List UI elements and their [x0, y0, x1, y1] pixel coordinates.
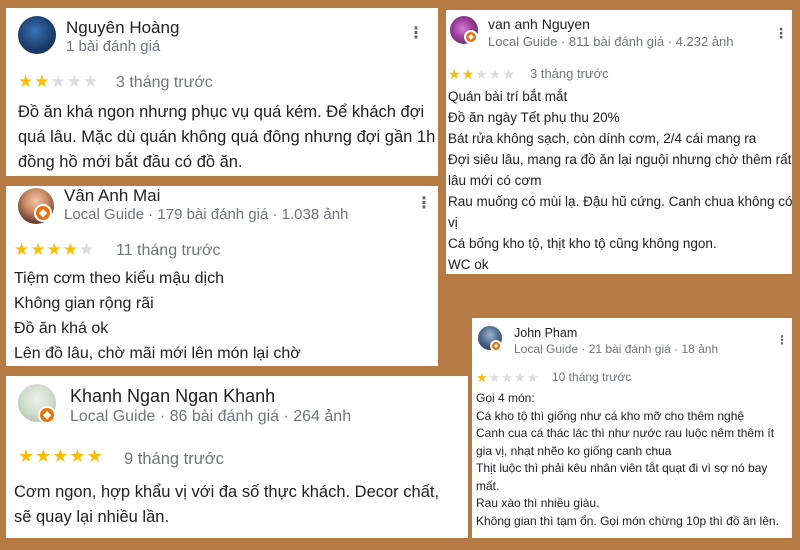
reviewer-meta: 1 bài đánh giá — [66, 38, 161, 55]
star-filled-icon: ★ — [18, 446, 36, 466]
review-line: gia vị, nhạt nhẽo ko giống canh chua — [476, 443, 672, 458]
more-options-icon[interactable]: ⋮ — [416, 196, 432, 212]
review-text: Cơm ngon, hợp khẩu vị với đa số thực khá… — [14, 480, 439, 530]
star-rating: ★★★★★ — [476, 370, 539, 386]
more-options-icon[interactable]: ⋮ — [776, 334, 788, 346]
review-card: Vân Anh Mai Local Guide · 179 bài đánh g… — [6, 186, 438, 366]
review-line: Lên đồ lâu, chờ mãi mới lên món lại chờ — [14, 345, 301, 362]
review-line: Rau xào thì nhiều giàu. — [476, 496, 600, 510]
reviewer-name[interactable]: Vân Anh Mai — [64, 186, 160, 206]
reviewer-meta: Local Guide · 179 bài đánh giá · 1.038 ả… — [64, 206, 349, 223]
local-guide-badge-icon — [38, 406, 56, 424]
star-filled-icon: ★ — [448, 66, 462, 82]
star-empty-icon: ★ — [50, 72, 67, 91]
review-text: Gọi 4 món: Cá kho tộ thì giống như cá kh… — [476, 390, 779, 530]
review-line: sẽ quay lại nhiều lần. — [14, 508, 170, 526]
star-filled-icon: ★ — [461, 66, 476, 82]
star-empty-icon: ★ — [488, 66, 503, 82]
star-filled-icon: ★ — [86, 446, 104, 466]
reviewer-meta: Local Guide · 86 bài đánh giá · 264 ảnh — [70, 408, 352, 425]
more-options-icon[interactable]: ⋮ — [774, 26, 788, 40]
reviewer-name[interactable]: Nguyên Hoàng — [66, 18, 179, 38]
star-filled-icon: ★ — [30, 240, 47, 259]
review-line: Đồ ăn ngày Tết phụ thu 20% — [448, 110, 620, 125]
review-line: vị — [448, 215, 458, 230]
review-time: 3 tháng trước — [530, 66, 609, 81]
avatar[interactable] — [18, 16, 56, 54]
review-line: Tiệm cơm theo kiểu mậu dịch — [14, 270, 224, 287]
star-empty-icon: ★ — [502, 66, 516, 82]
star-filled-icon: ★ — [52, 446, 70, 466]
star-empty-icon: ★ — [513, 370, 527, 385]
review-line: quá lâu. Mặc dù quán không quá đông nhưn… — [18, 128, 436, 146]
star-empty-icon: ★ — [66, 72, 83, 91]
star-empty-icon: ★ — [526, 370, 540, 385]
star-empty-icon: ★ — [83, 72, 100, 91]
reviewer-meta: Local Guide · 811 bài đánh giá · 4.232 ả… — [488, 34, 734, 49]
star-filled-icon: ★ — [14, 240, 31, 259]
star-filled-icon: ★ — [476, 370, 489, 385]
star-rating: ★★★★★ — [18, 446, 104, 467]
star-rating: ★★★★★ — [448, 66, 516, 83]
review-text: Đồ ăn khá ngon nhưng phục vụ quá kém. Để… — [18, 100, 435, 175]
star-filled-icon: ★ — [69, 446, 87, 466]
local-guide-badge-icon — [464, 30, 478, 44]
review-card: John Pham Local Guide · 21 bài đánh giá … — [472, 318, 792, 538]
star-empty-icon: ★ — [475, 66, 489, 82]
review-card: Nguyên Hoàng 1 bài đánh giá ⋮ ★★★★★ 3 th… — [6, 8, 438, 176]
review-text: Quán bài trí bắt mắt Đồ ăn ngày Tết phụ … — [448, 86, 792, 274]
review-line: lâu mới có cơm — [448, 173, 542, 188]
reviewer-name[interactable]: van anh Nguyen — [488, 16, 590, 32]
review-line: Cá bống kho tộ, thịt kho tộ cũng không n… — [448, 236, 717, 251]
review-line: WC ok — [448, 257, 489, 272]
review-line: Gọi 4 món: — [476, 391, 535, 405]
star-filled-icon: ★ — [18, 72, 35, 91]
reviewer-meta: Local Guide · 21 bài đánh giá · 18 ảnh — [514, 342, 719, 356]
review-line: Rau muống có mùi lạ. Đậu hũ cứng. Canh c… — [448, 194, 792, 209]
review-line: đồng hồ mới bắt đầu có đồ ăn. — [18, 153, 243, 171]
review-line: Thịt luộc thì phải kêu nhân viên tắt quạ… — [476, 461, 768, 475]
review-card: van anh Nguyen Local Guide · 811 bài đán… — [446, 10, 792, 274]
review-line: Canh cua cá thác lác thì như nước rau lu… — [476, 426, 775, 440]
star-filled-icon: ★ — [62, 240, 79, 259]
local-guide-badge-icon — [34, 204, 52, 222]
reviewer-name[interactable]: John Pham — [514, 326, 577, 340]
star-rating: ★★★★★ — [14, 240, 95, 260]
star-filled-icon: ★ — [35, 446, 53, 466]
review-time: 11 tháng trước — [116, 242, 221, 259]
star-filled-icon: ★ — [46, 240, 63, 259]
review-line: Quán bài trí bắt mắt — [448, 89, 568, 104]
review-line: Đợi siêu lâu, mang ra đồ ăn lại nguội nh… — [448, 152, 792, 167]
review-time: 10 tháng trước — [552, 370, 632, 384]
star-rating: ★★★★★ — [18, 72, 99, 92]
review-text: Tiệm cơm theo kiểu mậu dịch Không gian r… — [14, 266, 301, 366]
reviewer-name[interactable]: Khanh Ngan Ngan Khanh — [70, 386, 275, 407]
local-guide-badge-icon — [490, 340, 502, 352]
review-line: Cá kho tộ thì giống như cá kho mỡ cho th… — [476, 408, 745, 423]
review-time: 9 tháng trước — [124, 450, 224, 468]
star-filled-icon: ★ — [34, 72, 51, 91]
review-line: Đồ ăn khá ngon nhưng phục vụ quá kém. Để… — [18, 103, 425, 121]
review-line: Không gian thì tạm ổn. Gọi món chừng 10p… — [476, 513, 779, 528]
star-empty-icon: ★ — [488, 370, 502, 385]
star-empty-icon: ★ — [501, 370, 514, 385]
review-line: Đồ ăn khá ok — [14, 320, 109, 337]
review-line: mất. — [476, 478, 500, 493]
review-line: Bát rửa không sạch, còn dính cơm, 2/4 cá… — [448, 131, 757, 146]
review-line: Không gian rộng rãi — [14, 295, 154, 312]
review-time: 3 tháng trước — [116, 74, 213, 91]
review-card: Khanh Ngan Ngan Khanh Local Guide · 86 b… — [6, 376, 468, 538]
star-empty-icon: ★ — [79, 240, 96, 259]
more-options-icon[interactable]: ⋮ — [408, 26, 424, 42]
review-line: Cơm ngon, hợp khẩu vị với đa số thực khá… — [14, 483, 440, 501]
